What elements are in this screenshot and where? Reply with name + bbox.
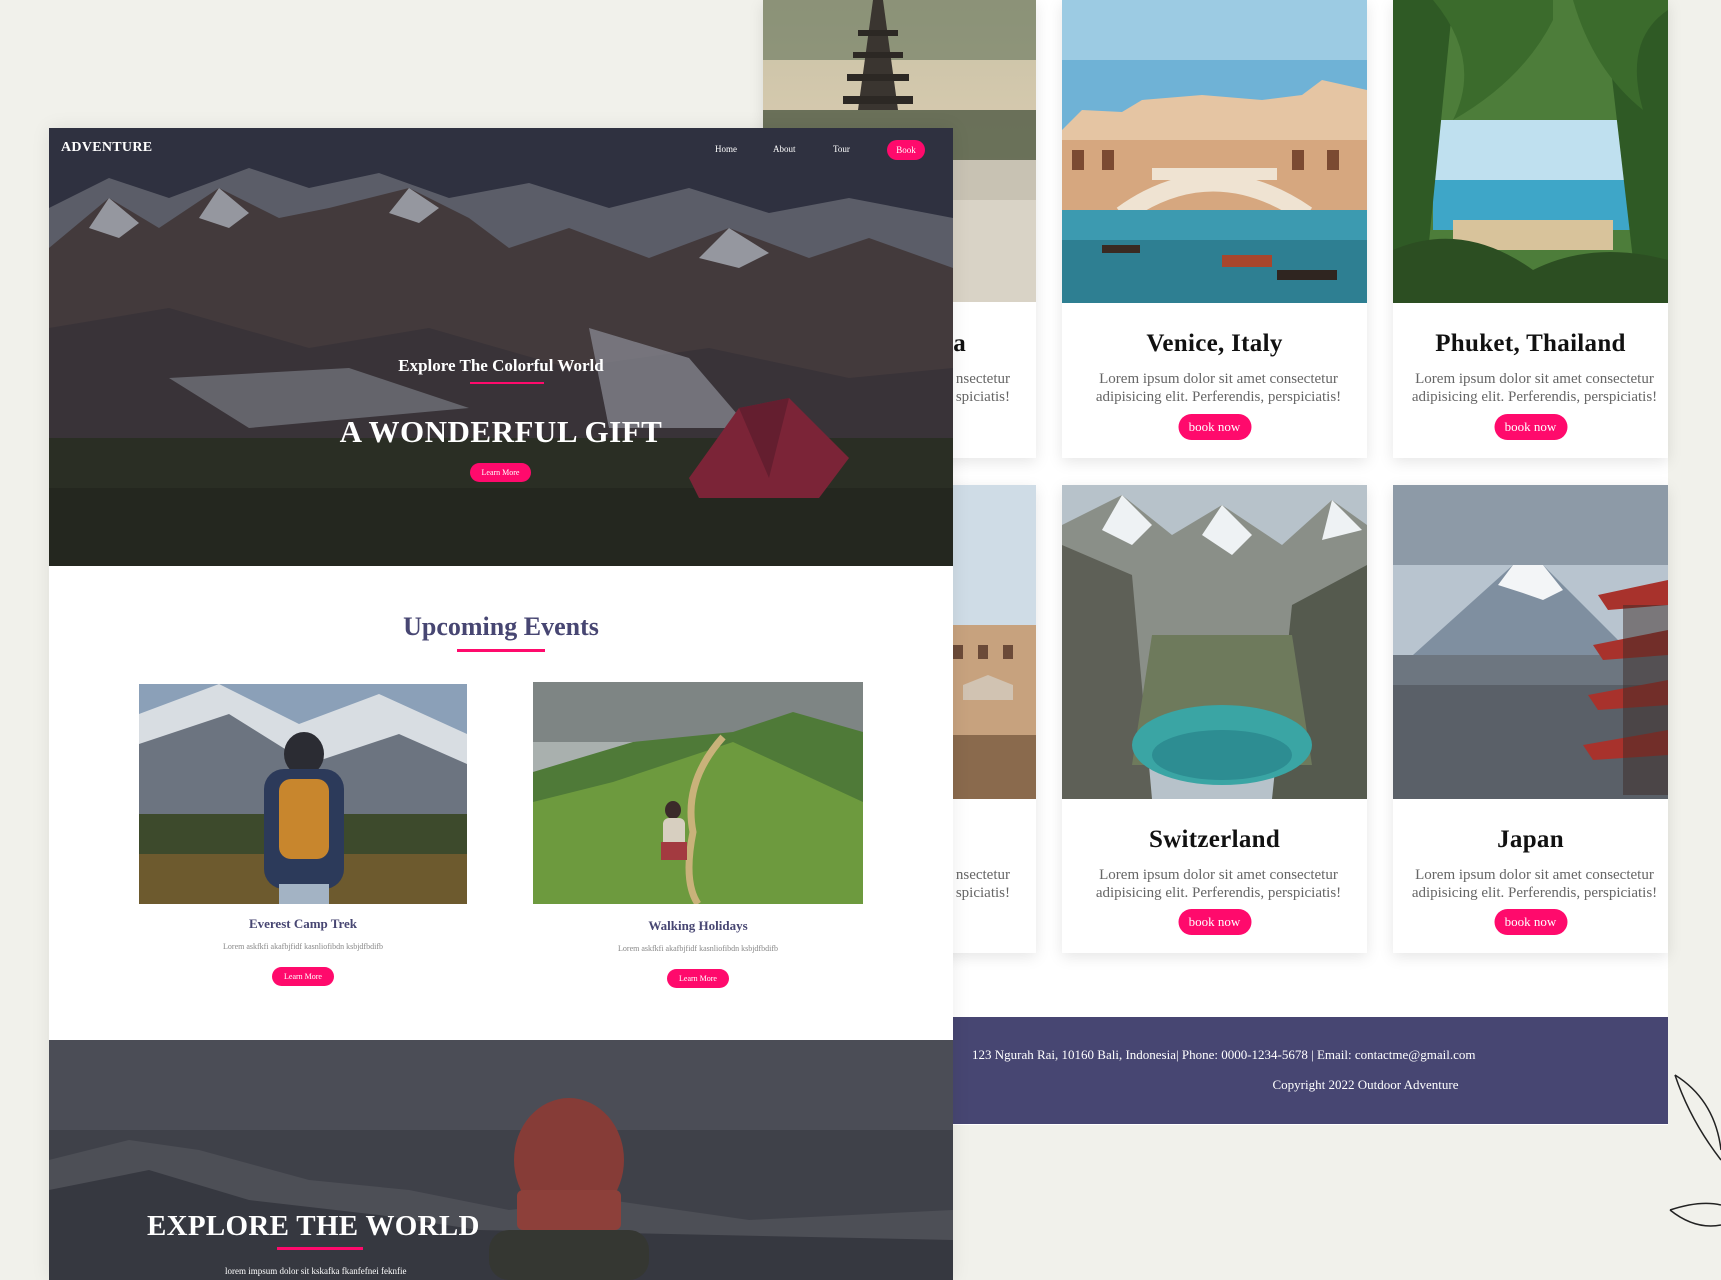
destination-description-line1: Lorem ipsum dolor sit amet consectetur [1415,867,1654,883]
destination-description-line2: adipisicing elit. Perferendis, perspicia… [1095,389,1342,405]
destination-card-venice: Venice, Italy Lorem ipsum dolor sit amet… [1062,0,1367,458]
venice-photo [1062,0,1367,303]
destination-name: Venice, Italy [1146,330,1283,357]
destination-description-line1: Lorem ipsum dolor sit amet consectetur [1099,867,1338,883]
footer-contact: 123 Ngurah Rai, 10160 Bali, Indonesia| P… [972,1047,1476,1062]
event-description: Lorem askfkfi akafbjfidf kasnliofibdn ks… [223,942,383,951]
mountain-camp-photo [49,128,953,566]
destination-description-line2: adipisicing elit. Perferendis, perspicia… [1095,885,1342,901]
nav-tour[interactable]: Tour [833,144,850,154]
leaf-decoration-icon [1669,1074,1721,1227]
nav-about[interactable]: About [773,144,796,154]
event-card: Walking Holidays Lorem askfkfi akafbjfid… [533,682,863,994]
book-now-button[interactable]: book now [1178,909,1251,935]
everest-trek-photo [139,684,467,904]
event-title: Everest Camp Trek [248,916,358,931]
destination-description-line1: Lorem ipsum dolor sit amet consectetur [1415,371,1654,387]
event-card: Everest Camp Trek Lorem askfkfi akafbjfi… [139,684,467,994]
brand-logo[interactable]: ADVENTURE [61,140,152,156]
nav-home[interactable]: Home [715,144,737,154]
destination-card-japan: Japan Lorem ipsum dolor sit amet consect… [1393,485,1668,953]
destination-name: Phuket, Thailand [1435,330,1626,357]
destination-description-line2: adipisicing elit. Perferendis, perspicia… [1411,389,1658,405]
japan-photo [1393,485,1668,799]
destination-description-line2: adipisicing elit. Perferendis, perspicia… [1411,885,1658,901]
event-description: Lorem askfkfi akafbjfidf kasnliofibdn ks… [618,944,778,953]
walking-holidays-photo [533,682,863,904]
phuket-photo [1393,0,1668,303]
learn-more-button[interactable]: Learn More [470,463,531,482]
hero-section: ADVENTURE Home About Tour Book Explore T… [49,128,953,566]
destination-name: Japan [1497,826,1564,853]
hero-subtitle: Explore The Colorful World [398,356,604,375]
book-now-button[interactable]: book now [1494,414,1567,440]
learn-more-button[interactable]: Learn More [667,969,729,988]
section-title: Upcoming Events [403,612,599,641]
switzerland-photo [1062,485,1367,799]
explore-divider [277,1247,363,1250]
event-title: Walking Holidays [648,918,748,933]
learn-more-button[interactable]: Learn More [272,967,334,986]
book-now-button[interactable]: book now [1178,414,1251,440]
hero-title: A WONDERFUL GIFT [339,414,663,449]
destination-card-phuket: Phuket, Thailand Lorem ipsum dolor sit a… [1393,0,1668,458]
section-divider [457,649,545,652]
explore-section: EXPLORE THE WORLD lorem impsum dolor sit… [49,1040,953,1280]
explore-text: lorem impsum dolor sit kskafka fkanfefne… [225,1266,407,1276]
destination-card-switzerland: Switzerland Lorem ipsum dolor sit amet c… [1062,485,1367,953]
destination-name: Switzerland [1148,826,1281,853]
book-now-button[interactable]: book now [1494,909,1567,935]
destination-description-line1: Lorem ipsum dolor sit amet consectetur [1099,371,1338,387]
hiker-photo [49,1040,953,1280]
nav-book-button[interactable]: Book [887,140,925,160]
explore-title: EXPLORE THE WORLD [147,1210,480,1242]
hero-divider [470,382,544,384]
home-page: ADVENTURE Home About Tour Book Explore T… [49,128,953,1280]
